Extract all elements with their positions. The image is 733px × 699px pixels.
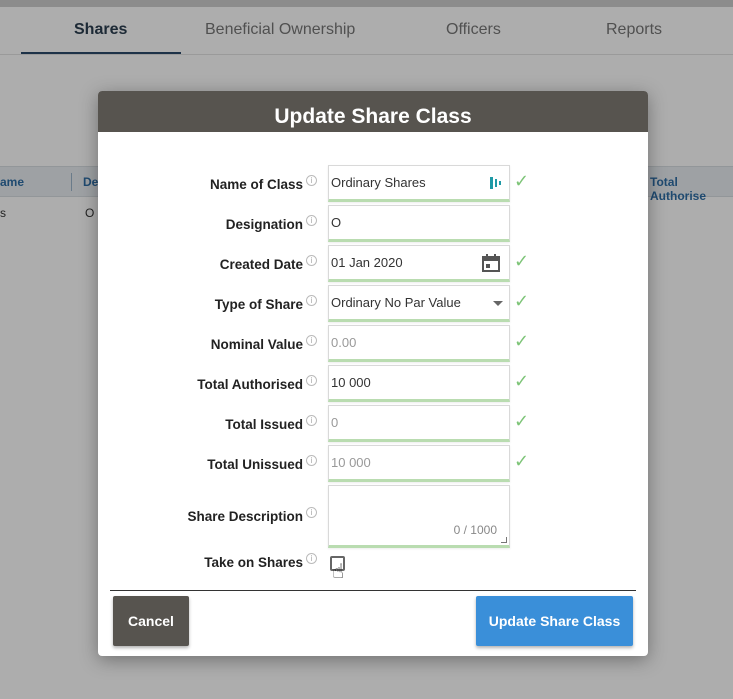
- name-of-class-input[interactable]: Ordinary Shares: [328, 165, 510, 202]
- character-counter: 0 / 1000: [453, 523, 497, 537]
- designation-input[interactable]: O: [328, 205, 510, 242]
- total-authorised-label: Total Authorised: [197, 377, 303, 392]
- type-of-share-label: Type of Share: [214, 297, 303, 312]
- designation-label: Designation: [225, 217, 303, 232]
- cancel-button[interactable]: Cancel: [113, 596, 189, 646]
- nominal-value-label: Nominal Value: [210, 337, 303, 352]
- nominal-value-placeholder: 0.00: [331, 335, 357, 350]
- calendar-icon[interactable]: [482, 254, 500, 272]
- update-share-class-button[interactable]: Update Share Class: [476, 596, 633, 646]
- info-icon[interactable]: i: [306, 215, 317, 226]
- pointer-cursor-icon: ☝: [332, 559, 345, 583]
- info-icon[interactable]: i: [306, 455, 317, 466]
- type-of-share-select[interactable]: Ordinary No Par Value: [328, 285, 510, 322]
- chevron-down-icon[interactable]: [493, 301, 503, 306]
- dialog-header: Update Share Class: [98, 91, 648, 132]
- valid-check-icon: ✓: [514, 371, 530, 392]
- info-icon[interactable]: i: [306, 335, 317, 346]
- take-on-shares-label: Take on Shares: [204, 555, 303, 570]
- total-unissued-input[interactable]: 10 000: [328, 445, 510, 482]
- total-unissued-placeholder: 10 000: [331, 455, 371, 470]
- info-icon[interactable]: i: [306, 553, 317, 564]
- info-icon[interactable]: i: [306, 507, 317, 518]
- created-date-label: Created Date: [219, 257, 303, 272]
- type-of-share-value: Ordinary No Par Value: [331, 295, 461, 310]
- dialog-title: Update Share Class: [274, 104, 472, 128]
- total-authorised-input[interactable]: 10 000: [328, 365, 510, 402]
- nominal-value-input[interactable]: 0.00: [328, 325, 510, 362]
- valid-check-icon: ✓: [514, 291, 530, 312]
- name-of-class-label: Name of Class: [209, 177, 303, 192]
- update-share-class-dialog: Update Share Class Name of Class i Ordin…: [98, 91, 648, 656]
- info-icon[interactable]: i: [306, 415, 317, 426]
- bars-icon: [490, 177, 501, 189]
- share-description-textarea[interactable]: 0 / 1000: [328, 485, 510, 548]
- created-date-value: 01 Jan 2020: [331, 255, 403, 270]
- valid-check-icon: ✓: [514, 251, 530, 272]
- valid-check-icon: ✓: [514, 331, 530, 352]
- info-icon[interactable]: i: [306, 175, 317, 186]
- name-of-class-value: Ordinary Shares: [331, 175, 426, 190]
- resize-handle[interactable]: [501, 537, 507, 543]
- share-description-label: Share Description: [187, 509, 303, 524]
- footer-divider: [110, 590, 636, 591]
- total-authorised-value: 10 000: [331, 375, 371, 390]
- valid-check-icon: ✓: [514, 171, 530, 192]
- total-issued-label: Total Issued: [225, 417, 303, 432]
- info-icon[interactable]: i: [306, 295, 317, 306]
- created-date-input[interactable]: 01 Jan 2020: [328, 245, 510, 282]
- total-unissued-label: Total Unissued: [207, 457, 303, 472]
- designation-value: O: [331, 215, 342, 230]
- total-issued-input[interactable]: 0: [328, 405, 510, 442]
- valid-check-icon: ✓: [514, 411, 530, 432]
- valid-check-icon: ✓: [514, 451, 530, 472]
- total-issued-placeholder: 0: [331, 415, 339, 430]
- info-icon[interactable]: i: [306, 375, 317, 386]
- info-icon[interactable]: i: [306, 255, 317, 266]
